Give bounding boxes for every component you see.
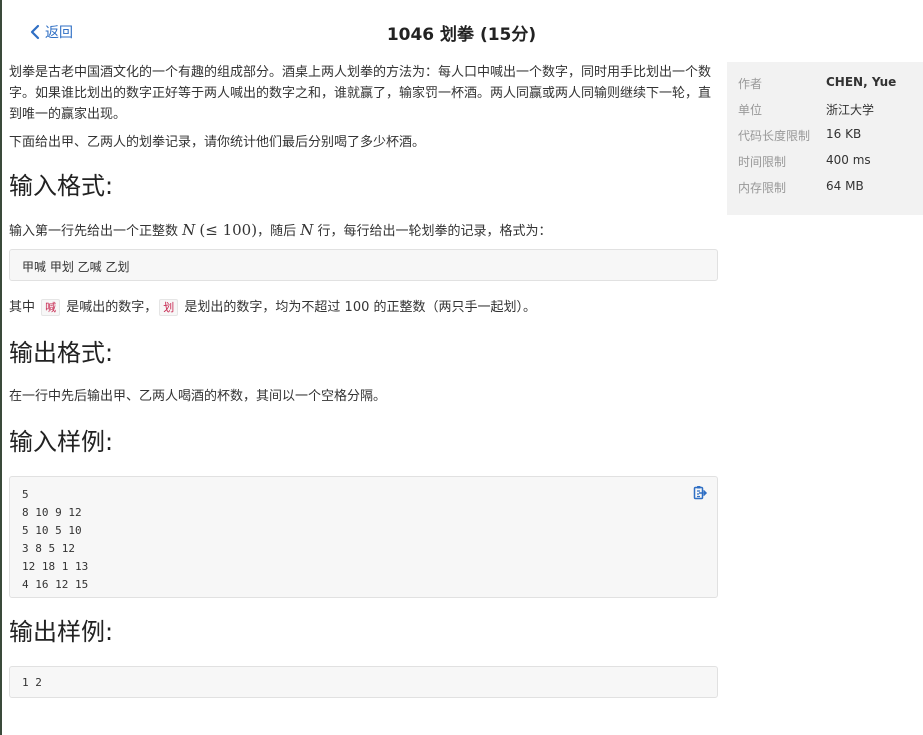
info-key: 代码长度限制 [738,129,811,143]
sample-output-text: 1 2 [22,676,42,689]
sample-input-line: 3 8 5 12 [22,542,75,555]
window-edge [0,0,2,735]
input-text-part: 输入第一行先给出一个正整数 [9,224,183,239]
info-key: 内存限制 [738,181,787,195]
inline-code-gesture: 划 [159,299,179,316]
input-text-part: ，随后 [257,224,301,239]
sample-input-code[interactable]: 5 8 10 9 12 5 10 5 10 3 8 5 12 12 18 1 13 4 1… [9,476,718,598]
info-value: 400 ms [826,153,871,167]
format-code-text: 甲喊 甲划 乙喊 乙划 [22,260,130,274]
sample-input-line: 4 16 12 15 [22,578,89,591]
sample-output-code: 1 2 [9,666,718,698]
inline-code-shout: 喊 [41,299,61,316]
note-text-part: 是划出的数字，均为不超过 100 的正整数（两只手一起划）。 [180,300,536,315]
input-format-note: 其中 喊 是喊出的数字，划 是划出的数字，均为不超过 100 的正整数（两只手一… [9,297,536,319]
sample-input-line: 8 10 9 12 [22,506,82,519]
top-bar: 返回 1046 划拳 (15分) [0,0,923,62]
sample-input-line: 12 18 1 13 [22,560,89,573]
input-text-part: 行，每行给出一轮划拳的记录，格式为： [313,224,552,239]
problem-info-sidebar: 作者 CHEN, Yue 单位 浙江大学 代码长度限制 16 KB 时间限制 4… [727,62,923,215]
sample-input-heading: 输入样例: [9,428,114,456]
info-value: CHEN, Yue [826,75,897,89]
info-key: 单位 [738,103,763,117]
sample-input-line: 5 [22,488,29,501]
input-format-heading: 输入格式: [9,172,114,200]
output-format-text: 在一行中先后输出甲、乙两人喝酒的杯数，其间以一个空格分隔。 [9,389,387,404]
info-value: 16 KB [826,127,862,141]
info-key: 作者 [738,77,763,91]
page-title: 1046 划拳 (15分) [386,25,537,45]
info-value: 64 MB [826,179,864,193]
math-n: N [300,221,314,239]
input-format-code: 甲喊 甲划 乙喊 乙划 [9,249,718,281]
info-value: 浙江大学 [826,103,875,117]
sample-input-line: 5 10 5 10 [22,524,82,537]
description-paragraph-2: 下面给出甲、乙两人的划拳记录，请你统计他们最后分别喝了多少杯酒。 [9,135,426,150]
note-text-part: 是喊出的数字， [62,300,158,315]
sample-output-heading: 输出样例: [9,618,114,646]
clipboard-copy-icon[interactable] [692,485,708,501]
math-constraint: (≤ 100) [199,221,258,239]
math-n: N [182,221,196,239]
problem-content: 划拳是古老中国酒文化的一个有趣的组成部分。酒桌上两人划拳的方法为：每人口中喊出一… [9,62,719,153]
note-text-part: 其中 [9,300,40,315]
sample-input-lines: 5 8 10 9 12 5 10 5 10 3 8 5 12 12 18 1 13 4 1… [22,486,705,594]
info-key: 时间限制 [738,155,787,169]
description-paragraph-1: 划拳是古老中国酒文化的一个有趣的组成部分。酒桌上两人划拳的方法为：每人口中喊出一… [9,65,712,122]
input-format-text: 输入第一行先给出一个正整数 N (≤ 100)，随后 N 行，每行给出一轮划拳的… [9,219,551,243]
output-format-heading: 输出格式: [9,339,114,367]
